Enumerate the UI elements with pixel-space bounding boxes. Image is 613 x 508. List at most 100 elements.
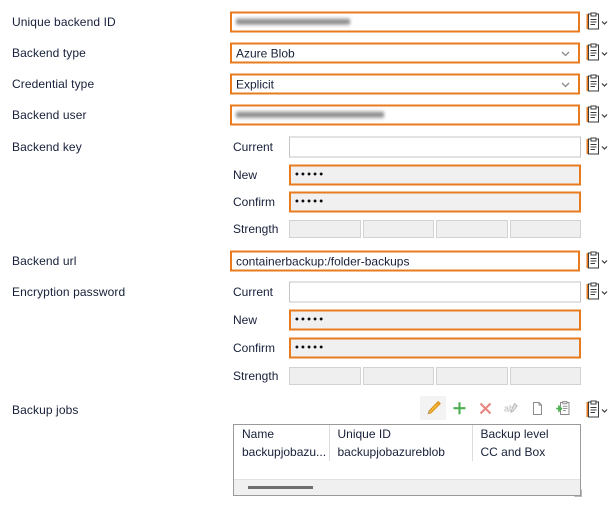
paste-button[interactable] <box>550 396 576 420</box>
column-header-name[interactable]: Name <box>234 425 330 443</box>
input-backend-key-new[interactable]: ••••• <box>289 164 581 186</box>
input-backend-key-new-value: ••••• <box>295 169 326 181</box>
add-icon <box>453 401 465 414</box>
edit-button[interactable] <box>420 396 446 420</box>
label-credential-type: Credential type <box>12 77 95 91</box>
copy-icon <box>532 401 542 415</box>
strength-segment <box>289 367 361 385</box>
rename-icon: ab <box>504 402 518 413</box>
sublabel-backend-key-strength: Strength <box>233 222 279 236</box>
chevron-down-icon <box>601 114 608 118</box>
chevron-down-icon <box>601 146 608 150</box>
clipboard-dropdown-backend-url[interactable] <box>586 251 608 271</box>
column-header-unique-id[interactable]: Unique ID <box>329 425 473 443</box>
input-backend-key-confirm[interactable]: ••••• <box>289 191 581 213</box>
clipboard-dropdown-backend-type[interactable] <box>586 43 608 63</box>
row-backend-key-new: New ••••• <box>0 161 613 189</box>
strength-segment <box>362 367 434 385</box>
input-backend-key-current[interactable] <box>289 136 581 158</box>
row-backend-user: Backend user <box>0 101 613 129</box>
row-encryption-password-new: New ••••• <box>0 306 613 334</box>
table-header-row: Name Unique ID Backup level <box>234 425 580 443</box>
clipboard-dropdown-backup-jobs[interactable] <box>586 400 608 420</box>
label-unique-backend-id: Unique backend ID <box>12 15 116 29</box>
column-header-backup-level[interactable]: Backup level <box>472 425 580 443</box>
chevron-down-icon <box>601 291 608 295</box>
row-encryption-password-strength: Strength <box>0 362 613 390</box>
strength-segment <box>436 220 508 238</box>
backup-jobs-table[interactable]: Name Unique ID Backup level backupjobazu… <box>233 424 581 496</box>
select-credential-type-value: Explicit <box>236 78 275 90</box>
label-encryption-password: Encryption password <box>12 285 126 299</box>
clipboard-icon <box>586 282 599 300</box>
select-backend-type[interactable]: Azure Blob <box>230 42 580 64</box>
table: Name Unique ID Backup level backupjobazu… <box>234 425 580 461</box>
clipboard-dropdown-unique-backend-id[interactable] <box>586 12 608 32</box>
clipboard-dropdown-backend-user[interactable] <box>586 105 608 125</box>
cell-name: backupjobazu... <box>234 443 330 461</box>
row-backend-key-strength: Strength <box>0 215 613 243</box>
chevron-down-icon <box>601 52 608 56</box>
clipboard-dropdown-backend-key[interactable] <box>586 137 608 157</box>
input-encryption-password-confirm[interactable]: ••••• <box>289 337 581 359</box>
input-unique-backend-id[interactable] <box>230 11 580 33</box>
select-credential-type[interactable]: Explicit <box>230 73 580 95</box>
chevron-down-icon <box>601 409 608 413</box>
horizontal-scrollbar[interactable] <box>234 479 580 495</box>
clipboard-dropdown-credential-type[interactable] <box>586 74 608 94</box>
sublabel-encryption-password-current: Current <box>233 285 274 299</box>
delete-button[interactable] <box>472 396 498 420</box>
add-button[interactable] <box>446 396 472 420</box>
strength-meter-encryption-password <box>289 367 581 385</box>
cell-backup-level: CC and Box <box>480 445 546 459</box>
clipboard-icon <box>586 137 599 155</box>
row-unique-backend-id: Unique backend ID <box>0 8 613 36</box>
backend-configuration-form: Unique backend ID Backend type Azure Blo… <box>0 0 613 508</box>
chevron-down-icon <box>559 47 572 60</box>
input-backend-key-confirm-value: ••••• <box>295 196 326 208</box>
input-encryption-password-new-value: ••••• <box>295 314 326 326</box>
input-backend-user[interactable] <box>230 104 580 126</box>
sublabel-backend-key-new: New <box>233 168 258 182</box>
row-backend-key-confirm: Confirm ••••• <box>0 188 613 216</box>
copy-button[interactable] <box>524 396 550 420</box>
strength-segment <box>509 220 581 238</box>
edit-icon <box>427 400 441 414</box>
row-credential-type: Credential type Explicit <box>0 70 613 98</box>
strength-segment <box>509 367 581 385</box>
sublabel-backend-key-current: Current <box>233 140 274 154</box>
strength-segment <box>289 220 361 238</box>
rename-button[interactable]: ab <box>498 396 524 420</box>
strength-segment <box>362 220 434 238</box>
clipboard-icon <box>586 74 599 92</box>
redacted-value <box>236 17 350 27</box>
input-encryption-password-current[interactable] <box>289 281 581 303</box>
input-backend-url[interactable]: containerbackup:/folder-backups <box>230 250 580 272</box>
label-backend-url: Backend url <box>12 254 77 268</box>
paste-icon <box>555 400 569 415</box>
sublabel-encryption-password-new: New <box>233 313 258 327</box>
clipboard-icon <box>586 105 599 123</box>
label-backend-user: Backend user <box>12 108 87 122</box>
strength-segment <box>436 367 508 385</box>
table-row[interactable]: backupjobazu... backupjobazureblob CC an… <box>234 443 580 461</box>
sublabel-encryption-password-strength: Strength <box>233 369 279 383</box>
chevron-down-icon <box>601 83 608 87</box>
chevron-down-icon <box>601 260 608 264</box>
clipboard-icon <box>586 12 599 30</box>
row-encryption-password-current: Encryption password Current <box>0 278 613 306</box>
resize-grip[interactable] <box>574 489 582 497</box>
chevron-down-icon <box>559 78 572 91</box>
backup-jobs-toolbar: ab <box>420 396 576 420</box>
sublabel-backend-key-confirm: Confirm <box>233 195 276 209</box>
label-backend-key: Backend key <box>12 140 82 154</box>
input-encryption-password-new[interactable]: ••••• <box>289 309 581 331</box>
row-encryption-password-confirm: Confirm ••••• <box>0 334 613 362</box>
strength-meter-backend-key <box>289 220 581 238</box>
clipboard-icon <box>586 251 599 269</box>
clipboard-dropdown-encryption-password[interactable] <box>586 282 608 302</box>
redacted-value <box>236 110 384 120</box>
scrollbar-thumb[interactable] <box>248 486 313 489</box>
label-backup-jobs: Backup jobs <box>12 403 79 417</box>
sublabel-encryption-password-confirm: Confirm <box>233 341 276 355</box>
